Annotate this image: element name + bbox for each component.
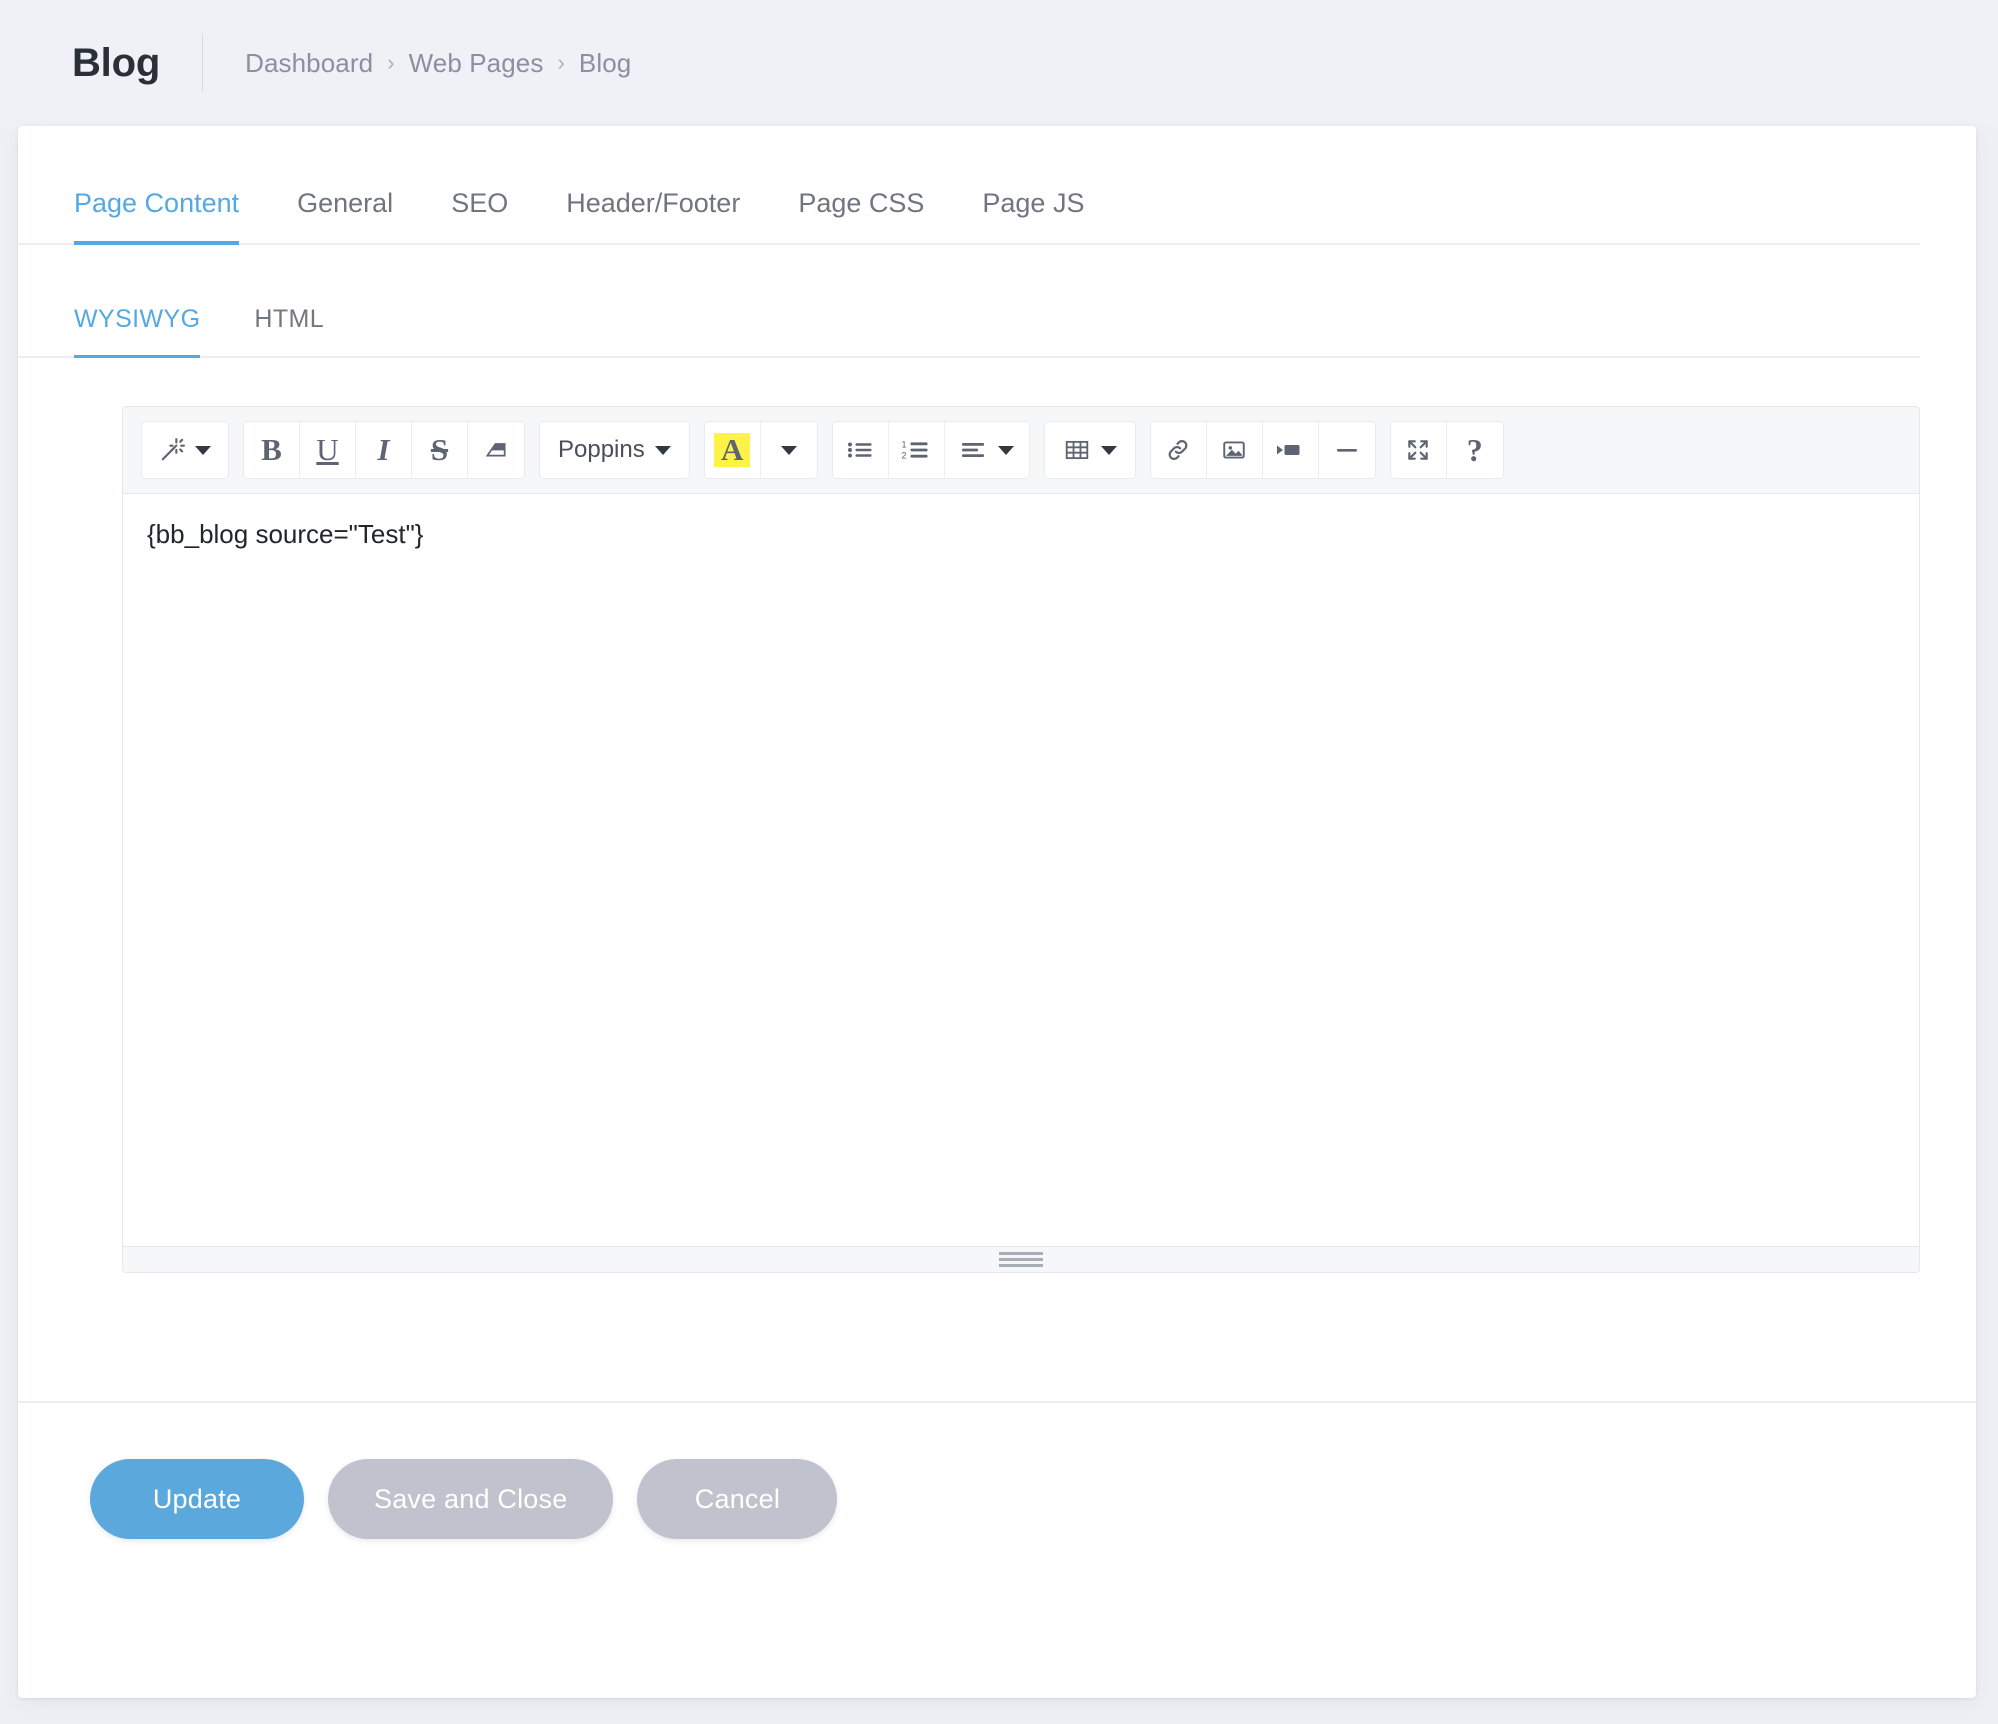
font-family-value: Poppins xyxy=(558,436,645,463)
tab-page-css[interactable]: Page CSS xyxy=(798,188,924,243)
toolbar-group-style xyxy=(141,421,229,479)
tab-general[interactable]: General xyxy=(297,188,393,243)
tab-header-footer[interactable]: Header/Footer xyxy=(566,188,740,243)
card-footer: Update Save and Close Cancel xyxy=(18,1401,1976,1599)
bold-icon[interactable]: B xyxy=(244,422,300,478)
svg-text:1: 1 xyxy=(902,440,907,450)
subtab-wysiwyg[interactable]: WYSIWYG xyxy=(74,305,201,358)
align-icon[interactable] xyxy=(944,422,1029,478)
tab-page-js[interactable]: Page JS xyxy=(982,188,1084,243)
breadcrumb: Dashboard › Web Pages › Blog xyxy=(245,48,631,79)
chevron-down-icon xyxy=(195,445,211,455)
help-icon[interactable]: ? xyxy=(1446,422,1503,478)
toolbar-group-lists: 1 2 xyxy=(831,421,1030,479)
wysiwyg-editor: B U I S Poppins A 1 2 ? {bb_blog source=… xyxy=(122,406,1920,1273)
subtab-html[interactable]: HTML xyxy=(254,305,324,356)
text-highlight-icon[interactable]: A xyxy=(704,422,761,478)
resize-grip-icon xyxy=(999,1252,1043,1267)
italic-icon[interactable]: I xyxy=(356,422,412,478)
help-label: ? xyxy=(1466,431,1483,468)
toolbar-group-insert xyxy=(1149,421,1376,479)
image-icon[interactable] xyxy=(1206,422,1263,478)
save-and-close-button[interactable]: Save and Close xyxy=(328,1459,614,1539)
content-card: Page Content General SEO Header/Footer P… xyxy=(18,126,1976,1698)
breadcrumb-item-dashboard[interactable]: Dashboard xyxy=(245,48,373,79)
chevron-down-icon xyxy=(654,445,671,455)
chevron-down-icon xyxy=(780,445,797,455)
top-bar: Blog Dashboard › Web Pages › Blog xyxy=(0,0,1998,126)
video-icon[interactable] xyxy=(1262,422,1319,478)
toolbar-group-text-format: B U I S xyxy=(243,421,525,479)
eraser-icon[interactable] xyxy=(468,422,524,478)
table-icon[interactable] xyxy=(1044,422,1135,478)
cancel-button[interactable]: Cancel xyxy=(637,1459,838,1539)
update-button[interactable]: Update xyxy=(90,1459,304,1539)
highlight-letter: A xyxy=(714,433,751,467)
breadcrumb-separator-icon: › xyxy=(387,50,395,75)
text-highlight-color-dropdown[interactable] xyxy=(760,422,817,478)
breadcrumb-item-blog[interactable]: Blog xyxy=(579,48,631,79)
editor-resize-handle[interactable] xyxy=(123,1246,1919,1272)
toolbar-group-highlight: A xyxy=(703,421,818,479)
fullscreen-icon[interactable] xyxy=(1390,422,1447,478)
editor-toolbar: B U I S Poppins A 1 2 ? xyxy=(123,407,1919,494)
breadcrumb-item-web-pages[interactable]: Web Pages xyxy=(409,48,544,79)
main-tab-bar: Page Content General SEO Header/Footer P… xyxy=(18,126,1920,245)
underline-icon[interactable]: U xyxy=(300,422,356,478)
editor-content-area[interactable]: {bb_blog source="Test"} xyxy=(123,494,1919,1246)
toolbar-group-table xyxy=(1043,421,1136,479)
svg-text:2: 2 xyxy=(902,450,907,460)
strikethrough-icon[interactable]: S xyxy=(412,422,468,478)
tab-page-content[interactable]: Page Content xyxy=(74,188,240,245)
page-title: Blog xyxy=(72,40,161,85)
chevron-down-icon xyxy=(1100,445,1117,455)
chevron-down-icon xyxy=(997,445,1014,455)
editor-mode-tab-bar: WYSIWYG HTML xyxy=(18,245,1920,358)
tab-seo[interactable]: SEO xyxy=(451,188,508,243)
toolbar-group-misc: ? xyxy=(1389,421,1504,479)
editor-content-text: {bb_blog source="Test"} xyxy=(147,519,424,549)
numbered-list-icon[interactable]: 1 2 xyxy=(888,422,945,478)
link-icon[interactable] xyxy=(1150,422,1207,478)
horizontal-rule-icon[interactable] xyxy=(1318,422,1375,478)
bulleted-list-icon[interactable] xyxy=(832,422,889,478)
title-divider xyxy=(202,34,204,92)
toolbar-group-font: Poppins xyxy=(539,421,690,479)
font-family-select[interactable]: Poppins xyxy=(540,422,689,478)
magic-wand-icon[interactable] xyxy=(142,422,228,478)
breadcrumb-separator-icon: › xyxy=(557,50,565,75)
